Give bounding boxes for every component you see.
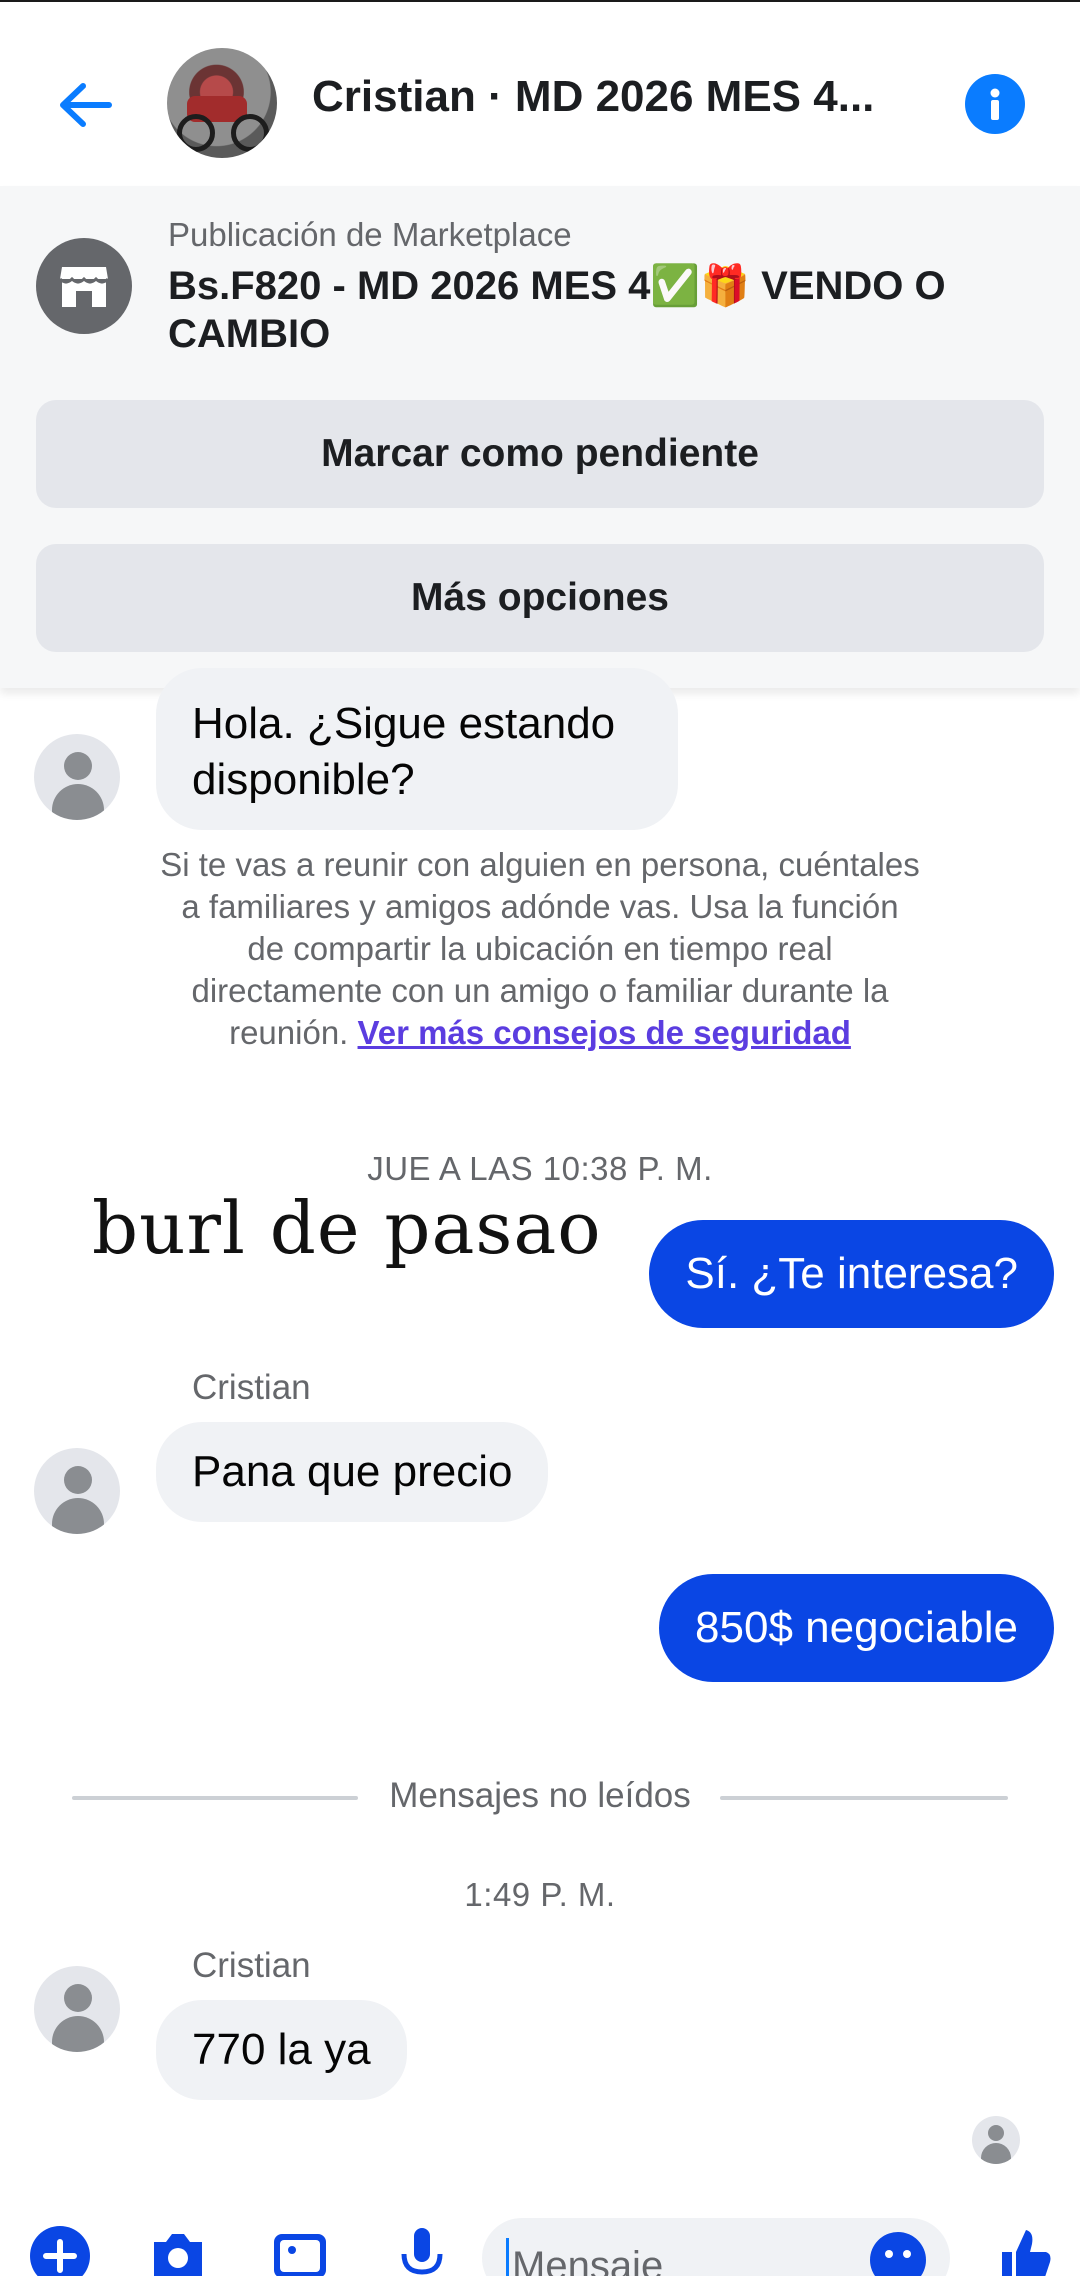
timestamp: 1:49 P. M. — [464, 1876, 616, 1913]
sender-name: Cristian — [192, 1368, 311, 1407]
conversation-header: Cristian · MD 2026 MES 4... — [0, 2, 1080, 186]
emoji-icon[interactable] — [868, 2230, 928, 2276]
marketplace-card: Publicación de Marketplace Bs.F820 - MD … — [0, 186, 1080, 688]
thumbs-up-icon[interactable] — [992, 2224, 1056, 2276]
message-list: Hola. ¿Sigue estando disponible? Si te v… — [0, 668, 1080, 2276]
sender-name: Cristian — [192, 1946, 311, 1985]
contact-avatar[interactable] — [167, 48, 277, 158]
mark-pending-button[interactable]: Marcar como pendiente — [36, 400, 1044, 508]
back-button[interactable] — [50, 70, 120, 140]
marketplace-label: Publicación de Marketplace — [168, 216, 572, 253]
microphone-icon[interactable] — [390, 2224, 454, 2276]
safety-notice: Si te vas a reunir con alguien en person… — [160, 844, 920, 1054]
conversation-title[interactable]: Cristian · MD 2026 MES 4... — [312, 72, 902, 122]
store-icon — [36, 238, 132, 334]
plus-icon[interactable] — [28, 2224, 92, 2276]
listing-title[interactable]: Bs.F820 - MD 2026 MES 4✅🎁 VENDO O CAMBIO — [168, 262, 1028, 358]
info-icon — [990, 88, 1000, 120]
text-caret — [506, 2238, 509, 2276]
back-arrow-icon — [60, 83, 112, 127]
gallery-icon[interactable] — [268, 2224, 332, 2276]
message-placeholder: Mensaje — [512, 2244, 664, 2276]
message-bubble-incoming[interactable]: Hola. ¿Sigue estando disponible? — [156, 668, 678, 830]
message-input[interactable]: Mensaje — [482, 2218, 950, 2276]
camera-icon[interactable] — [146, 2224, 210, 2276]
read-receipt-avatar — [972, 2116, 1020, 2164]
sender-avatar[interactable] — [34, 1966, 120, 2052]
message-bubble-outgoing[interactable]: Sí. ¿Te interesa? — [649, 1220, 1054, 1328]
message-bubble-incoming[interactable]: 770 la ya — [156, 2000, 407, 2100]
sender-avatar[interactable] — [34, 734, 120, 820]
handwritten-annotation: burl de pasao — [92, 1186, 602, 1270]
composer-bar: Mensaje — [0, 2210, 1080, 2276]
message-bubble-outgoing[interactable]: 850$ negociable — [659, 1574, 1054, 1682]
more-options-button[interactable]: Más opciones — [36, 544, 1044, 652]
sender-avatar[interactable] — [34, 1448, 120, 1534]
message-bubble-incoming[interactable]: Pana que precio — [156, 1422, 549, 1522]
unread-divider-right — [720, 1796, 1008, 1800]
timestamp: JUE A LAS 10:38 P. M. — [367, 1150, 713, 1187]
safety-tips-link[interactable]: Ver más consejos de seguridad — [358, 1014, 851, 1051]
info-button[interactable] — [965, 74, 1025, 134]
